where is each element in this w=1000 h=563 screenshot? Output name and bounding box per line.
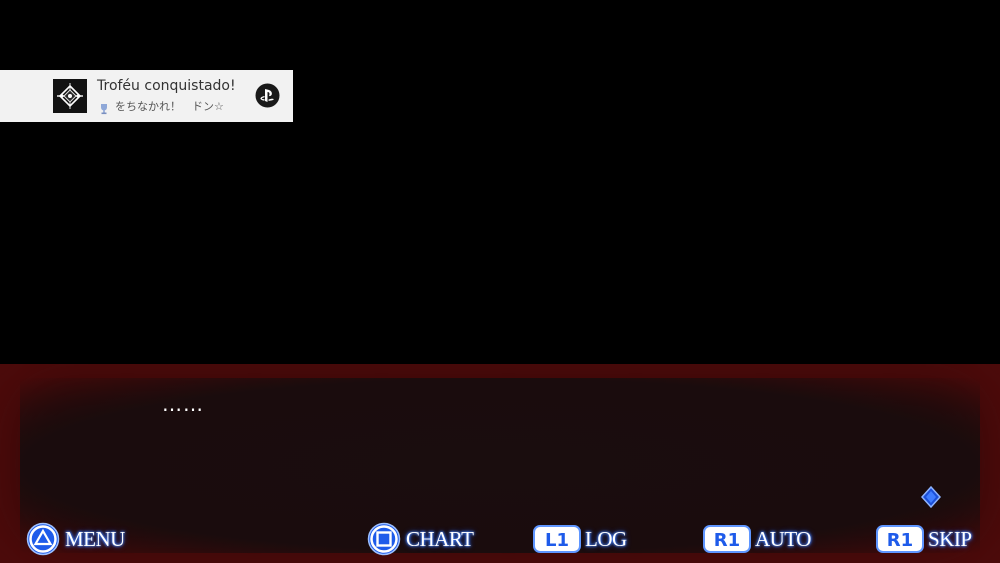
svg-text:L1: L1 — [545, 530, 569, 551]
chart-control[interactable]: CHART — [366, 522, 474, 556]
trophy-image-icon — [53, 79, 87, 113]
r1-button-icon: R1 — [703, 525, 751, 553]
log-label: LOG — [585, 526, 627, 551]
square-button-icon — [367, 522, 401, 556]
triangle-button-icon — [26, 522, 60, 556]
auto-label: AUTO — [755, 526, 811, 551]
l1-button-icon: L1 — [533, 525, 581, 553]
chart-label: CHART — [406, 526, 474, 551]
svg-text:R1: R1 — [887, 530, 913, 551]
silver-trophy-icon — [98, 100, 110, 115]
trophy-notification: Troféu conquistado! をちなかれ！ ドン☆ — [0, 70, 293, 122]
menu-label: MENU — [65, 526, 125, 551]
skip-control[interactable]: R1 SKIP — [876, 522, 972, 556]
r1-button-icon: R1 — [876, 525, 924, 553]
trophy-name: をちなかれ！ ドン☆ — [115, 100, 224, 113]
next-page-diamond-icon — [920, 485, 942, 509]
auto-control[interactable]: R1 AUTO — [703, 522, 811, 556]
menu-control[interactable]: MENU — [25, 522, 125, 556]
dialogue-text: …… — [162, 392, 204, 416]
dialogue-box[interactable]: …… — [0, 364, 1000, 563]
svg-text:R1: R1 — [714, 530, 740, 551]
playstation-logo-icon — [255, 83, 280, 108]
log-control[interactable]: L1 LOG — [533, 522, 627, 556]
skip-label: SKIP — [928, 526, 972, 551]
trophy-title: Troféu conquistado! — [97, 78, 236, 94]
